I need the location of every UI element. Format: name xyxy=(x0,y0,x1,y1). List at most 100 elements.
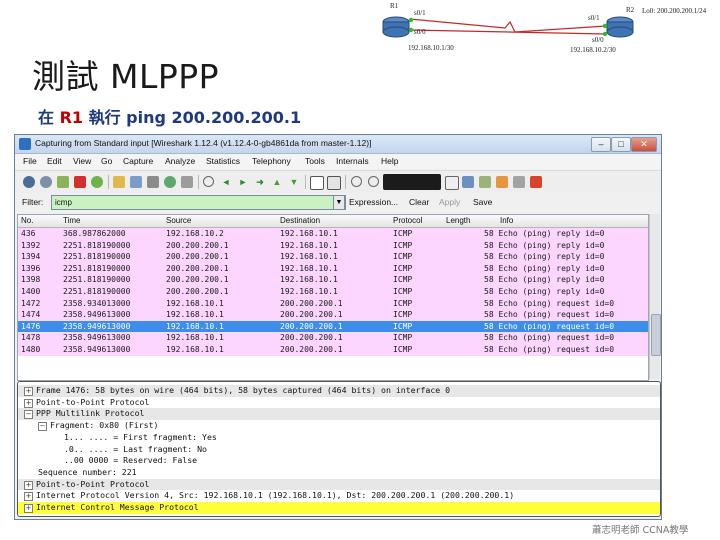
table-row[interactable]: 1474 2358.949613000 192.168.10.1 200.200.20… xyxy=(18,309,648,321)
top-icon[interactable]: ▲ xyxy=(271,176,283,188)
expand-icon[interactable]: + xyxy=(24,504,33,513)
bottom-icon[interactable]: ▼ xyxy=(288,176,300,188)
filter-clear-button[interactable]: Clear xyxy=(409,197,429,207)
interface-icon[interactable] xyxy=(23,176,35,188)
close-button[interactable]: ✕ xyxy=(631,137,657,152)
capture-filter-icon[interactable] xyxy=(462,176,474,188)
menu-go[interactable]: Go xyxy=(101,156,112,166)
col-time[interactable]: Time xyxy=(63,216,80,225)
col-source[interactable]: Source xyxy=(166,216,191,225)
reload-icon[interactable] xyxy=(164,176,176,188)
menu-help[interactable]: Help xyxy=(381,156,398,166)
resize-icon[interactable] xyxy=(445,176,459,190)
window-titlebar[interactable]: Capturing from Standard input [Wireshark… xyxy=(15,135,661,154)
table-row[interactable]: 1396 2251.818190000 200.200.200.1 192.168.1… xyxy=(18,262,648,275)
serial-link-bottom xyxy=(409,29,607,35)
detail-row[interactable]: .0.. .... = Last fragment: No xyxy=(18,444,660,456)
cell-proto: ICMP xyxy=(393,252,413,262)
col-info[interactable]: Info xyxy=(500,216,513,225)
zoom-out-icon[interactable] xyxy=(368,176,379,187)
options-icon[interactable] xyxy=(40,176,52,188)
detail-row[interactable]: − PPP Multilink Protocol xyxy=(18,408,660,421)
packet-details-pane[interactable]: + Frame 1476: 58 bytes on wire (464 bits)… xyxy=(17,381,661,517)
menu-internals[interactable]: Internals xyxy=(336,156,369,166)
table-row[interactable]: 1472 2358.934013000 192.168.10.1 200.200.20… xyxy=(18,297,648,310)
cell-time: 2251.818190000 xyxy=(63,287,131,296)
scrollbar-thumb[interactable] xyxy=(651,314,661,356)
expand-icon[interactable]: + xyxy=(24,480,33,490)
filter-apply-button[interactable]: Apply xyxy=(439,197,460,207)
menu-tools[interactable]: Tools xyxy=(305,156,325,166)
packet-list-scrollbar[interactable] xyxy=(649,214,661,379)
cell-dst: 192.168.10.1 xyxy=(280,287,338,296)
detail-row[interactable]: 1... .... = First fragment: Yes xyxy=(18,432,660,444)
display-filter-icon[interactable] xyxy=(479,176,491,188)
filter-dropdown-icon[interactable]: ▼ xyxy=(333,195,345,210)
detail-text: Frame 1476: 58 bytes on wire (464 bits),… xyxy=(36,385,451,395)
open-icon[interactable] xyxy=(113,176,125,188)
table-row[interactable]: 1400 2251.818190000 200.200.200.1 192.168.1… xyxy=(18,286,648,298)
packet-list[interactable]: No. Time Source Destination Protocol Len… xyxy=(17,214,649,381)
expand-icon[interactable]: + xyxy=(24,387,33,396)
table-row[interactable]: 1478 2358.949613000 192.168.10.1 200.200.20… xyxy=(18,332,648,344)
detail-row[interactable]: + Point-to-Point Protocol xyxy=(18,397,660,409)
autoscroll-icon[interactable] xyxy=(327,176,341,190)
table-row[interactable]: 436 368.987862000 192.168.10.2 192.168.10.1… xyxy=(18,228,648,240)
detail-text: Point-to-Point Protocol xyxy=(36,396,150,407)
menu-file[interactable]: File xyxy=(23,156,37,166)
restart-icon[interactable] xyxy=(91,176,103,188)
filter-save-button[interactable]: Save xyxy=(473,197,492,207)
print-icon[interactable] xyxy=(181,176,193,188)
prefs-icon[interactable] xyxy=(513,176,525,188)
cell-info: 58 Echo (ping) reply id=0 xyxy=(484,275,605,285)
cell-time: 2358.949613000 xyxy=(63,333,131,343)
display-filter-input[interactable]: icmp xyxy=(51,195,346,210)
collapse-icon[interactable]: − xyxy=(24,410,33,420)
table-row[interactable]: 1476 2358.949613000 192.168.10.1 200.200.20… xyxy=(18,320,648,333)
detail-row[interactable]: ..00 0000 = Reserved: False xyxy=(18,455,660,467)
col-no[interactable]: No. xyxy=(21,216,33,225)
help-icon[interactable] xyxy=(530,176,542,188)
stop-icon[interactable] xyxy=(74,176,86,188)
menu-statistics[interactable]: Statistics xyxy=(206,156,240,166)
expand-icon[interactable]: + xyxy=(24,398,33,408)
cell-no: 1394 xyxy=(21,252,41,262)
detail-row[interactable]: + Frame 1476: 58 bytes on wire (464 bits)… xyxy=(18,385,660,397)
back-icon[interactable]: ◄ xyxy=(220,176,232,188)
col-destination[interactable]: Destination xyxy=(280,216,320,225)
save-icon[interactable] xyxy=(130,176,142,188)
zoom-in-icon[interactable] xyxy=(351,176,362,187)
table-row[interactable]: 1398 2251.818190000 200.200.200.1 192.168.1… xyxy=(18,274,648,286)
table-row[interactable]: 1394 2251.818190000 200.200.200.1 192.168.1… xyxy=(18,251,648,263)
expand-icon[interactable]: + xyxy=(24,492,33,502)
table-row[interactable]: 1392 2251.818190000 200.200.200.1 192.168.1… xyxy=(18,239,648,252)
colorize-icon[interactable] xyxy=(310,176,324,190)
minimize-button[interactable]: – xyxy=(591,137,611,152)
detail-row[interactable]: + Internet Control Message Protocol xyxy=(18,502,660,514)
col-protocol[interactable]: Protocol xyxy=(393,216,422,225)
detail-text: .0.. .... = Last fragment: No xyxy=(64,443,207,454)
col-length[interactable]: Length xyxy=(446,216,470,225)
maximize-button[interactable]: □ xyxy=(611,137,631,152)
menu-analyze[interactable]: Analyze xyxy=(165,156,195,166)
menu-view[interactable]: View xyxy=(73,156,91,166)
menu-telephony[interactable]: Telephony xyxy=(252,156,291,166)
find-icon[interactable] xyxy=(203,176,214,187)
zoom-normal-icon[interactable] xyxy=(383,174,441,190)
close-file-icon[interactable] xyxy=(147,176,159,188)
detail-row[interactable]: − Fragment: 0x80 (First) xyxy=(18,420,660,432)
goto-icon[interactable]: ➜ xyxy=(254,176,266,188)
detail-row[interactable]: + Internet Protocol Version 4, Src: 192.1… xyxy=(18,490,660,502)
forward-icon[interactable]: ► xyxy=(237,176,249,188)
coloring-icon[interactable] xyxy=(496,176,508,188)
detail-row[interactable]: Sequence number: 221 xyxy=(18,467,660,479)
detail-row[interactable]: + Point-to-Point Protocol xyxy=(18,478,660,491)
r2-s00-label: s0/0 xyxy=(592,36,604,44)
menu-edit[interactable]: Edit xyxy=(47,156,62,166)
slide-footer: 蕭志明老師 CCNA教學 xyxy=(592,525,689,536)
table-row[interactable]: 1480 2358.949613000 192.168.10.1 200.200.20… xyxy=(18,344,648,356)
menu-capture[interactable]: Capture xyxy=(123,156,153,166)
collapse-icon[interactable]: − xyxy=(38,422,47,432)
start-icon[interactable] xyxy=(57,176,69,188)
filter-expression-button[interactable]: Expression... xyxy=(349,197,398,207)
